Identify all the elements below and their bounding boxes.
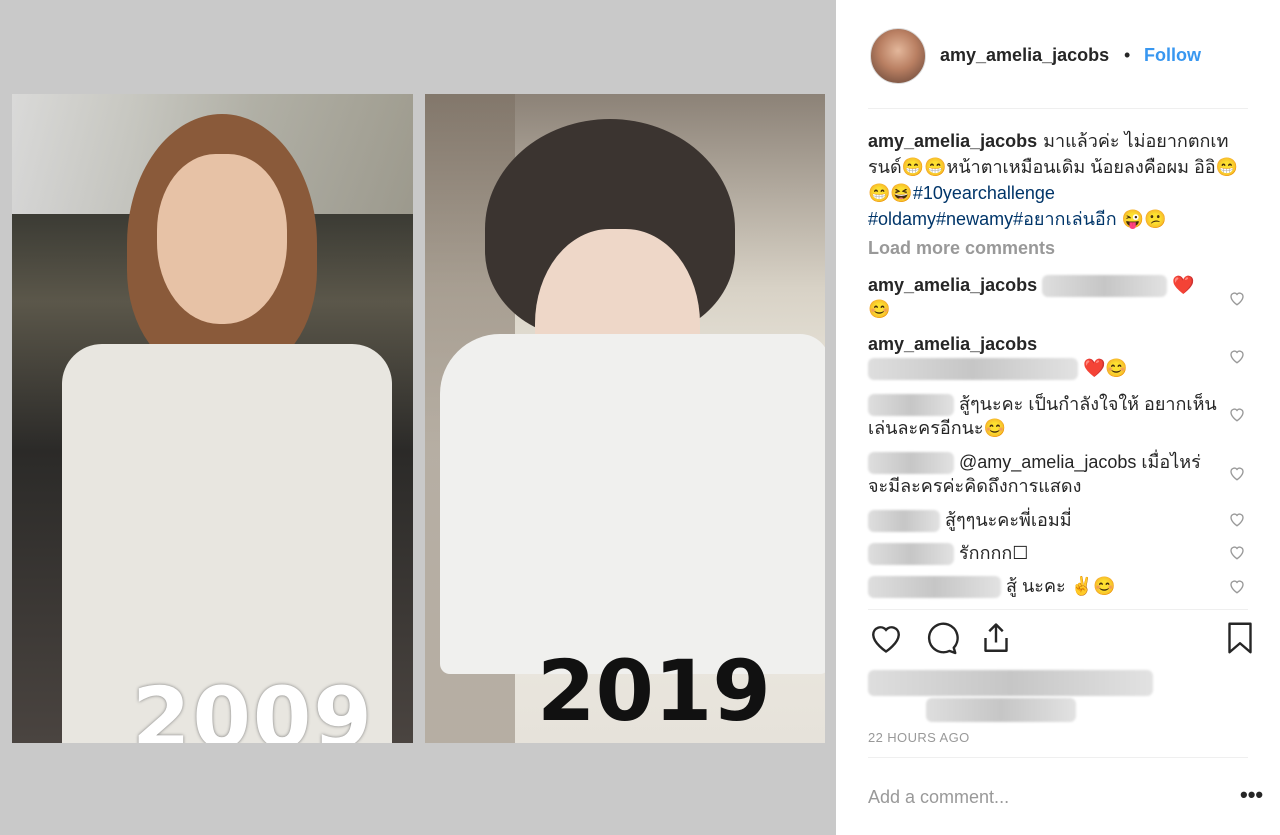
post-header: amy_amelia_jacobs • Follow [836,0,1280,108]
comment-like-heart-icon[interactable] [1228,347,1246,365]
year-label-2009: 2009 [132,669,374,743]
year-label-2019: 2019 [537,642,771,740]
comment-item: @amy_amelia_jacobs เมื่อไหร่จะมีละครค่ะค… [868,450,1218,498]
post-media: 2009 2019 [0,0,836,835]
comment-username[interactable]: amy_amelia_jacobs [868,334,1037,354]
comment-item: สู้ๆๆนะคะพี่เอมมี่ [868,508,1218,533]
action-bar [868,620,1258,664]
comment-like-heart-icon[interactable] [1228,510,1246,528]
blurred-username [868,543,954,566]
comment-text: รักกกก☐ [959,543,1029,563]
more-options-icon[interactable]: ••• [1240,782,1263,808]
post-timestamp[interactable]: 22 HOURS AGO [868,730,970,745]
follow-button[interactable]: Follow [1144,45,1201,66]
blurred-likes [926,698,1076,722]
comment-item: สู้ นะคะ ✌️😊 [868,574,1218,599]
photo-2019: 2019 [425,94,825,743]
comment-username[interactable]: amy_amelia_jacobs [868,275,1037,295]
bookmark-icon[interactable] [1222,620,1258,656]
blurred-text [1042,275,1168,298]
comment-like-heart-icon[interactable] [1228,577,1246,595]
comment-box-divider [868,757,1248,758]
caption-hashtag[interactable]: #10yearchallenge [913,183,1055,203]
comment-item: amy_amelia_jacobs ❤️ 😊 [868,273,1218,321]
post-sidebar: amy_amelia_jacobs • Follow amy_amelia_ja… [836,0,1280,835]
comment-text: สู้ นะคะ ✌️😊 [1006,576,1116,596]
comment-like-heart-icon[interactable] [1228,543,1246,561]
caption-tail: 😜😕 [1116,209,1167,229]
blurred-likes [868,670,1153,696]
avatar[interactable] [870,28,926,84]
comment-like-heart-icon[interactable] [1228,289,1246,307]
blurred-username [868,452,954,475]
shirt-shape [440,334,825,674]
add-comment-input[interactable]: Add a comment... [868,787,1009,808]
comment-bubble-icon[interactable] [923,620,959,656]
comment-item: สู้ๆนะคะ เป็นกำลังใจให้ อยากเห็นเล่นละคร… [868,392,1218,440]
blurred-username [868,510,940,533]
comment-like-heart-icon[interactable] [1228,464,1246,482]
comment-item: รักกกก☐ [868,541,1218,566]
header-username[interactable]: amy_amelia_jacobs [940,45,1109,66]
actions-divider [868,609,1248,610]
comment-text: ❤️😊 [1083,358,1128,378]
load-more-comments-button[interactable]: Load more comments [868,238,1055,259]
caption-hashtags[interactable]: #oldamy#newamy#อยากเล่นอีก [868,209,1117,229]
post-caption: amy_amelia_jacobs มาแล้วค่ะ ไม่อยากตกเทรน… [868,128,1258,232]
caption-username[interactable]: amy_amelia_jacobs [868,131,1037,151]
heart-icon[interactable] [868,620,904,656]
comment-like-heart-icon[interactable] [1228,405,1246,423]
header-divider [868,108,1248,109]
liked-by-blurred [868,670,1153,725]
photo-2009: 2009 [12,94,413,743]
blurred-text [868,358,1078,381]
header-separator: • [1124,45,1131,65]
face-shape [157,154,287,324]
blurred-username [868,576,1001,599]
comment-text: สู้ๆๆนะคะพี่เอมมี่ [945,510,1072,530]
share-upload-icon[interactable] [978,620,1014,656]
comment-item: amy_amelia_jacobs ❤️😊 [868,332,1218,381]
blurred-username [868,394,954,417]
